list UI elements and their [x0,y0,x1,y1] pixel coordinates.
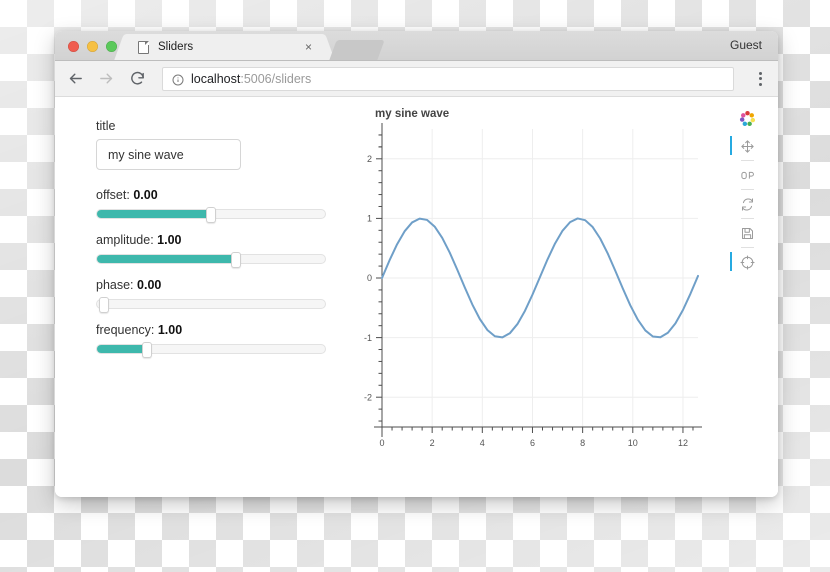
slider-phase-track[interactable] [96,297,326,313]
reload-icon[interactable] [129,70,146,87]
forward-arrow-icon[interactable] [98,70,115,87]
svg-text:8: 8 [580,438,585,448]
slider-offset-track[interactable] [96,207,326,223]
page-viewport: title offset: 0.00 amplitude: 1.00 [55,97,778,497]
url-host: localhost [191,71,241,86]
slider-frequency-track[interactable] [96,342,326,358]
pan-tool[interactable] [730,135,758,157]
slider-frequency-handle[interactable] [142,342,153,358]
slider-amplitude: amplitude: 1.00 [96,233,326,268]
bokeh-plot: my sine wave 0 2 4 6 8 10 12 -2 -1 0 1 2 [350,97,778,497]
address-bar[interactable]: localhost:5006/sliders [162,66,734,91]
slider-frequency-value: 1.00 [157,323,183,337]
toolbar-divider [740,189,754,190]
three-dot-menu-icon[interactable] [752,69,768,89]
bokeh-logo-icon[interactable] [739,110,756,127]
browser-window: Sliders × Guest localhost:5006/sliders t… [55,31,778,497]
chart-axis-ticks [376,134,694,433]
slider-offset-value: 0.00 [133,188,158,202]
slider-phase-caption: phase: 0.00 [96,278,326,292]
browser-navigation-bar: localhost:5006/sliders [55,61,778,97]
slider-frequency: frequency: 1.00 [96,323,326,358]
close-window-button[interactable] [68,41,79,52]
slider-amplitude-fill [97,255,237,263]
menu-dot [758,82,762,86]
toolbar-divider [740,218,754,219]
svg-text:1: 1 [367,214,372,224]
slider-amplitude-value: 1.00 [157,233,182,247]
svg-text:0: 0 [379,438,384,448]
toolbar-divider [740,160,754,161]
slider-frequency-fill [97,345,148,353]
close-icon[interactable]: × [302,39,315,55]
slider-offset-caption: offset: 0.00 [96,188,326,202]
box-zoom-tool[interactable] [736,164,758,186]
svg-text:4: 4 [480,438,485,448]
svg-text:6: 6 [530,438,535,448]
title-input[interactable] [96,139,241,170]
minimize-window-button[interactable] [87,41,98,52]
info-circle-icon[interactable] [172,73,184,85]
slider-offset-fill [97,210,211,218]
slider-phase-handle[interactable] [99,297,109,313]
menu-dot [758,71,762,75]
toolbar-divider [740,247,754,248]
svg-text:-1: -1 [364,333,372,343]
maximize-window-button[interactable] [106,41,117,52]
slider-amplitude-handle[interactable] [231,252,242,268]
slider-frequency-caption: frequency: 1.00 [96,323,326,337]
back-arrow-icon[interactable] [67,70,84,87]
slider-phase-value: 0.00 [137,278,162,292]
save-tool[interactable] [736,222,758,244]
inactive-tab-stub[interactable] [329,40,385,60]
title-field-label: title [96,119,116,133]
slider-phase-label: phase: [96,278,134,292]
reset-tool[interactable] [736,193,758,215]
menu-dot [758,77,762,80]
slider-amplitude-track[interactable] [96,252,326,268]
url-text: localhost:5006/sliders [191,72,311,86]
page-icon [138,40,149,54]
slider-amplitude-label: amplitude: [96,233,154,247]
slider-phase: phase: 0.00 [96,278,326,313]
svg-text:12: 12 [678,438,688,448]
tab-sliders[interactable]: Sliders × [126,34,323,60]
guest-profile-label[interactable]: Guest [730,38,778,60]
slider-offset-handle[interactable] [206,207,216,223]
slider-frequency-label: frequency: [96,323,155,337]
slider-controls-panel: title offset: 0.00 amplitude: 1.00 [55,97,350,497]
bokeh-toolbar [730,110,762,273]
svg-text:0: 0 [367,273,372,283]
slider-offset-label: offset: [96,188,130,202]
slider-amplitude-caption: amplitude: 1.00 [96,233,326,247]
svg-text:10: 10 [628,438,638,448]
help-tool[interactable] [730,251,758,273]
svg-text:2: 2 [430,438,435,448]
url-path: :5006/sliders [240,71,312,86]
tab-title: Sliders [158,41,194,53]
chart-tick-labels: 0 2 4 6 8 10 12-2-1012 [364,154,688,448]
slider-offset: offset: 0.00 [96,188,326,223]
svg-text:2: 2 [367,154,372,164]
svg-text:-2: -2 [364,392,372,402]
browser-tab-bar: Sliders × Guest [55,31,778,61]
chart-canvas[interactable]: 0 2 4 6 8 10 12-2-1012 [350,97,720,477]
